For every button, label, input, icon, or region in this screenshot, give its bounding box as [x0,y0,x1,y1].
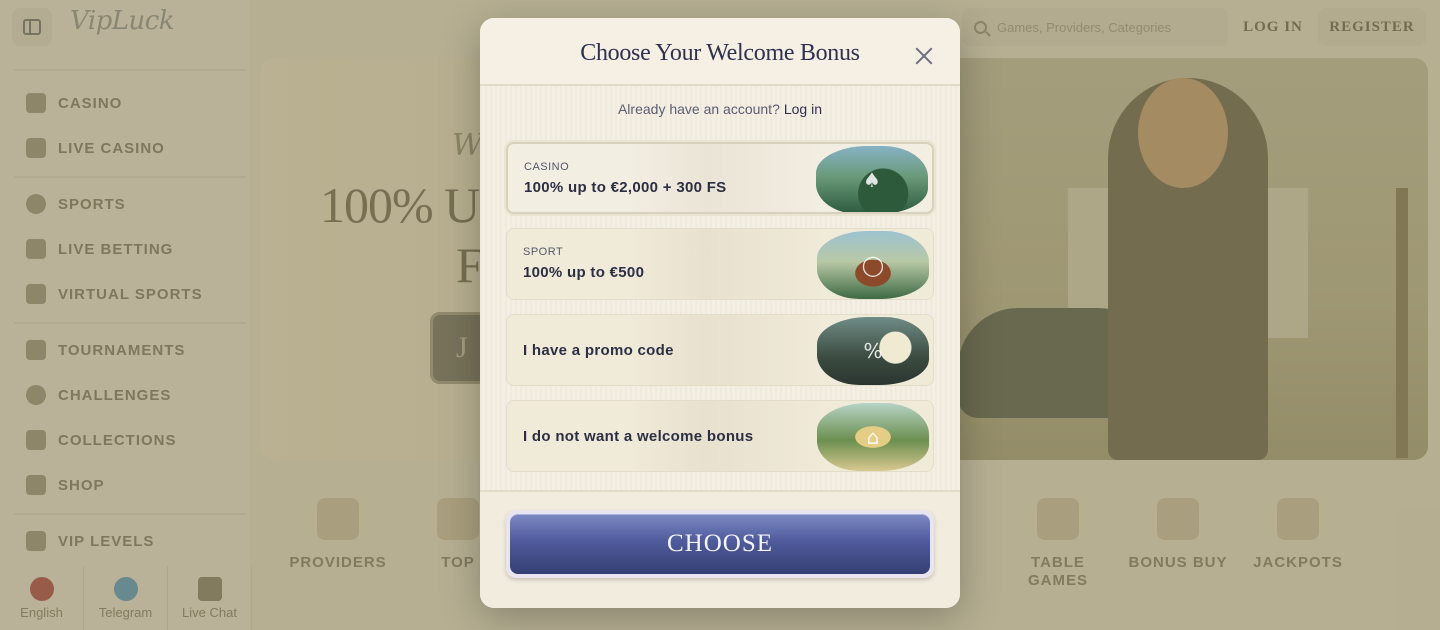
tennis-bag-icon: ◯ [817,231,929,299]
account-prompt: Already have an account? Log in [480,101,960,117]
bonus-option-promo-code[interactable]: I have a promo code % [506,314,934,386]
account-prompt-text: Already have an account? [617,101,780,117]
welcome-bonus-modal: Choose Your Welcome Bonus Already have a… [480,18,960,608]
modal-header: Choose Your Welcome Bonus [480,18,960,86]
choose-button-label: CHOOSE [510,514,930,574]
mansion-icon: ⌂ [817,403,929,471]
bonus-option-casino[interactable]: CASINO 100% up to €2,000 + 300 FS ♠ [506,142,934,214]
bonus-option-sport[interactable]: SPORT 100% up to €500 ◯ [506,228,934,300]
bonus-option-no-bonus[interactable]: I do not want a welcome bonus ⌂ [506,400,934,472]
bonus-option-offer: I do not want a welcome bonus [523,428,754,445]
bonus-option-tag: CASINO [524,161,570,173]
login-link[interactable]: Log in [784,101,822,117]
bonus-option-offer: 100% up to €2,000 + 300 FS [524,179,727,196]
bonus-option-offer: I have a promo code [523,342,674,359]
bonus-option-tag: SPORT [523,246,564,258]
close-icon[interactable] [912,44,936,68]
bonus-option-offer: 100% up to €500 [523,264,645,281]
modal-title: Choose Your Welcome Bonus [580,40,860,66]
promo-code-icon: % [817,317,929,385]
modal-footer: CHOOSE [480,490,960,608]
choose-button[interactable]: CHOOSE [506,510,934,578]
cards-icon: ♠ [816,146,928,212]
